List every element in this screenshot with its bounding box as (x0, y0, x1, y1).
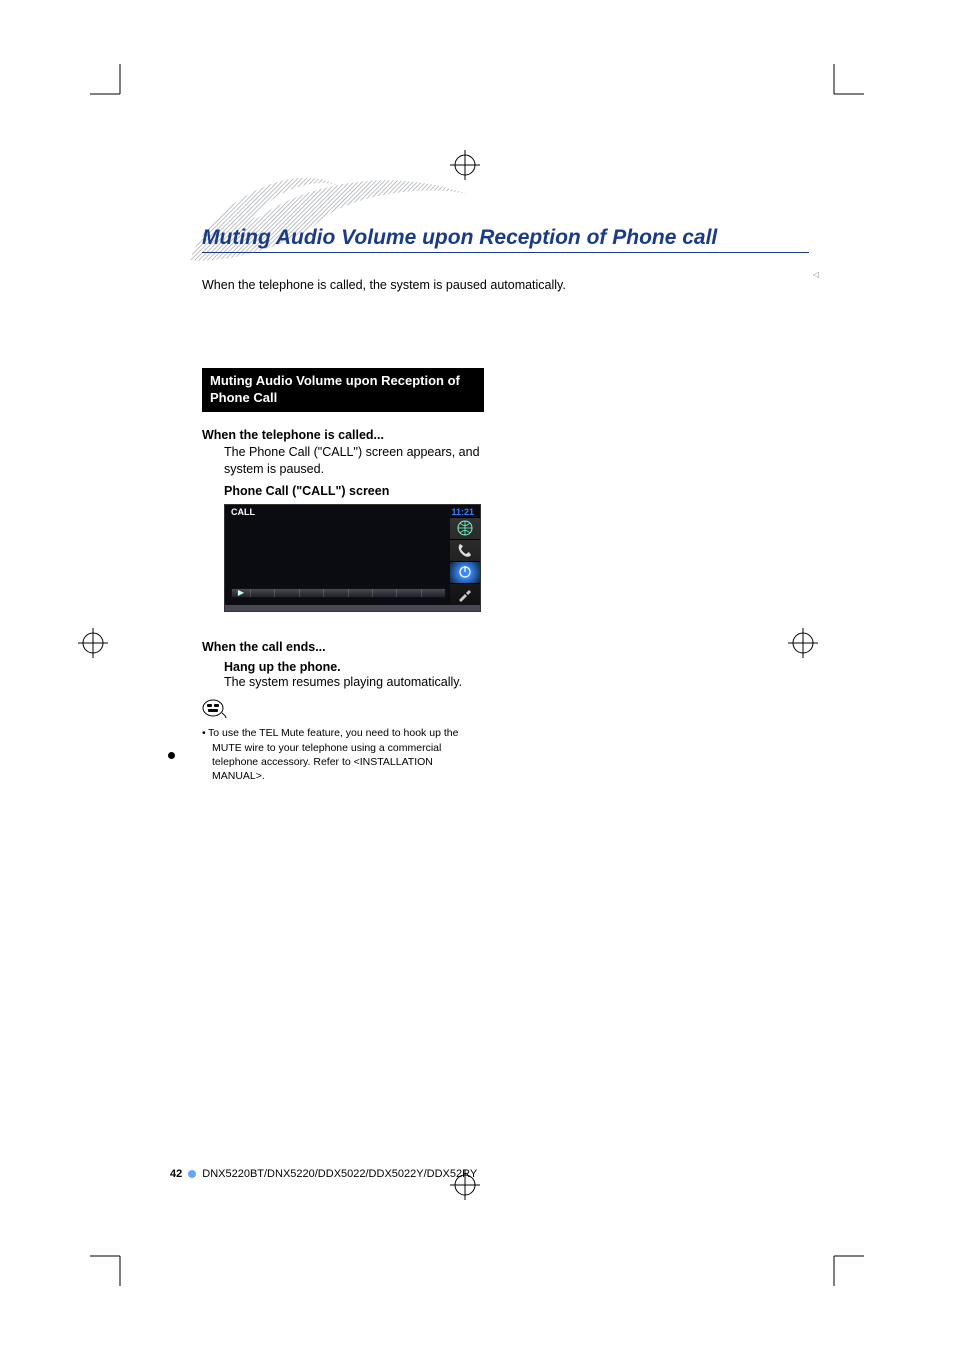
body-text: The Phone Call ("CALL") screen appears, … (224, 444, 484, 478)
page-footer: 42 DNX5220BT/DNX5220/DDX5022/DDX5022Y/DD… (170, 1168, 477, 1180)
screen-caption: Phone Call ("CALL") screen (224, 484, 484, 498)
margin-dot-icon (168, 752, 175, 759)
crop-mark-icon (90, 64, 140, 114)
play-icon: ▶ (232, 589, 250, 597)
footer-bullet-icon (188, 1170, 196, 1178)
crop-mark-icon (814, 64, 864, 114)
subheading-ends: When the call ends... (202, 640, 484, 654)
section-heading: Muting Audio Volume upon Reception of Ph… (202, 368, 484, 412)
call-screen-title: CALL (231, 507, 255, 517)
phone-icon (450, 539, 480, 561)
page-title: Muting Audio Volume upon Reception of Ph… (202, 226, 717, 250)
title-underline (202, 252, 809, 253)
hang-up-instruction: Hang up the phone. (224, 660, 484, 674)
page-edge-mark-icon: ◁ (813, 270, 819, 279)
call-screen-figure: CALL 11:21 ▶ (224, 504, 481, 612)
page-number: 42 (170, 1168, 182, 1180)
crop-mark-icon (90, 1236, 140, 1286)
globe-icon (450, 517, 480, 539)
subheading-called: When the telephone is called... (202, 428, 484, 442)
call-screen-clock: 11:21 (451, 507, 474, 517)
power-icon (450, 561, 480, 583)
intro-text: When the telephone is called, the system… (202, 278, 566, 292)
crop-mark-icon (814, 1236, 864, 1286)
settings-icon (450, 583, 480, 605)
body-text: The system resumes playing automatically… (224, 674, 484, 691)
note-text: •To use the TEL Mute feature, you need t… (212, 726, 484, 783)
brush-stroke-icon (170, 170, 490, 270)
progress-bar: ▶ (231, 588, 446, 598)
note-icon (202, 698, 484, 723)
footer-models: DNX5220BT/DNX5220/DDX5022/DDX5022Y/DDX52… (202, 1168, 477, 1180)
registration-mark-icon (78, 628, 108, 658)
